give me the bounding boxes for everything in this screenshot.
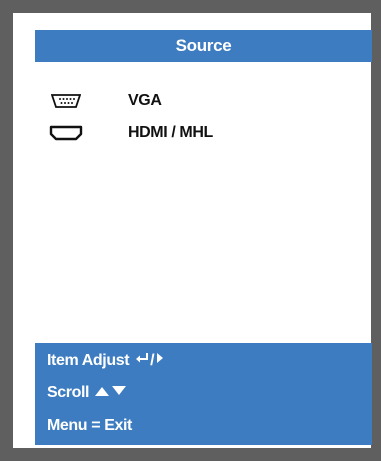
enter-icon (135, 351, 149, 370)
source-item-label: VGA (128, 92, 162, 109)
source-item-label: HDMI / MHL (128, 124, 213, 141)
vga-port-icon (48, 90, 84, 112)
arrow-right-icon (155, 351, 165, 370)
help-panel: Item Adjust / Scroll Menu = Exit (35, 343, 372, 445)
help-menu-exit: Menu = Exit (47, 417, 132, 435)
source-item-vga[interactable]: VGA (48, 88, 348, 114)
arrow-up-icon (94, 384, 110, 402)
help-item-adjust: Item Adjust / (47, 351, 165, 370)
hdmi-port-icon (48, 122, 84, 144)
help-scroll: Scroll (47, 384, 127, 402)
help-scroll-label: Scroll (47, 384, 90, 401)
source-item-hdmi-mhl[interactable]: HDMI / MHL (48, 120, 348, 146)
arrow-down-icon (111, 384, 127, 402)
help-menu-exit-label: Menu = Exit (47, 417, 132, 434)
slash-separator: / (150, 351, 155, 369)
menu-title: Source (175, 36, 232, 55)
menu-title-bar: Source (35, 30, 372, 62)
help-item-adjust-label: Item Adjust (47, 351, 130, 369)
